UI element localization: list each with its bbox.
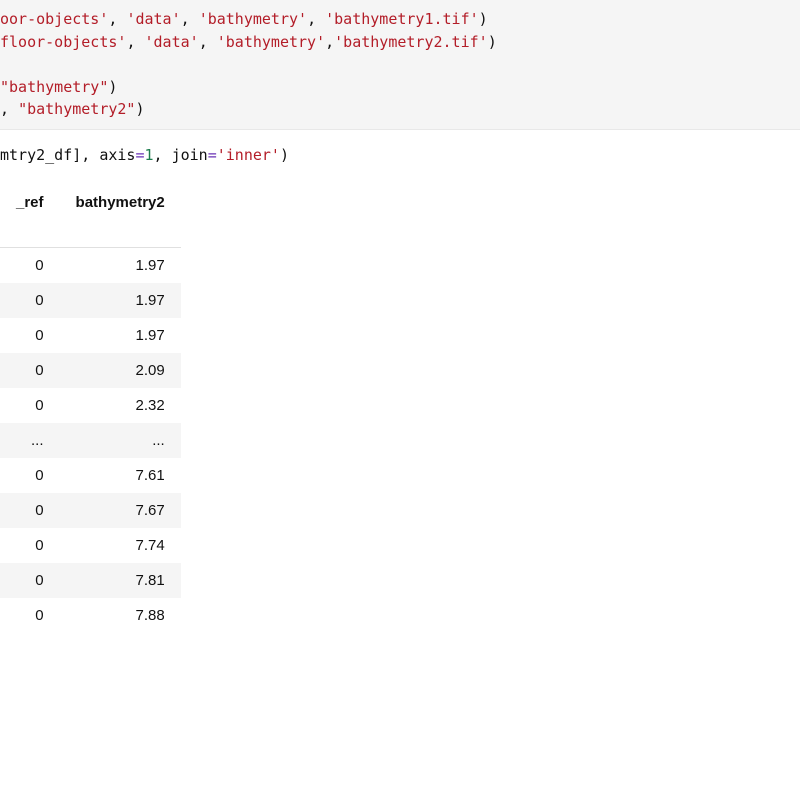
table-row: 02.09: [0, 353, 181, 388]
table-cell: 7.61: [60, 458, 181, 493]
code-token: 'bathymetry1.tif': [325, 10, 479, 28]
dataframe-output: _ref bathymetry2 01.97 01.97 01.97 02.09…: [0, 180, 800, 633]
table-cell: 7.81: [60, 563, 181, 598]
code-token: ,: [181, 10, 199, 28]
table-cell: 0: [0, 563, 60, 598]
table-cell: 0: [0, 388, 60, 423]
table-row: 01.97: [0, 248, 181, 284]
code-token: =: [135, 146, 144, 164]
table-cell: 2.32: [60, 388, 181, 423]
code-token: 'bathymetry': [199, 10, 307, 28]
code-token: ,: [325, 33, 334, 51]
table-cell: 1.97: [60, 248, 181, 284]
table-row: 01.97: [0, 283, 181, 318]
table-cell: 1.97: [60, 283, 181, 318]
code-token: , join: [154, 146, 208, 164]
code-token: ): [479, 10, 488, 28]
table-cell: 1.97: [60, 318, 181, 353]
table-cell: 0: [0, 528, 60, 563]
table-header-spacer: [0, 222, 181, 248]
code-token: 'inner': [217, 146, 280, 164]
code-token: floor-objects': [0, 33, 126, 51]
table-cell: 7.74: [60, 528, 181, 563]
table-row: 07.61: [0, 458, 181, 493]
table-cell: 0: [0, 353, 60, 388]
table-cell: 2.09: [60, 353, 181, 388]
code-token: 'data': [126, 10, 180, 28]
code-token: oor-objects': [0, 10, 108, 28]
table-row: 07.67: [0, 493, 181, 528]
dataframe-table: _ref bathymetry2 01.97 01.97 01.97 02.09…: [0, 184, 181, 633]
column-header: bathymetry2: [60, 184, 181, 222]
table-cell: 0: [0, 493, 60, 528]
code-token: ,: [0, 100, 18, 118]
code-token: ,: [307, 10, 325, 28]
code-token: ): [488, 33, 497, 51]
table-cell: 0: [0, 458, 60, 493]
code-token: 'bathymetry': [217, 33, 325, 51]
table-row: 02.32: [0, 388, 181, 423]
code-cell-1[interactable]: oor-objects', 'data', 'bathymetry', 'bat…: [0, 0, 800, 130]
table-row-ellipsis: ......: [0, 423, 181, 458]
table-row: 07.74: [0, 528, 181, 563]
code-cell-2[interactable]: mtry2_df], axis=1, join='inner'): [0, 130, 800, 181]
code-token: ,: [126, 33, 144, 51]
code-token: 1: [145, 146, 154, 164]
code-token: 'data': [145, 33, 199, 51]
table-cell: ...: [60, 423, 181, 458]
column-header: _ref: [0, 184, 60, 222]
code-token: 'bathymetry2.tif': [334, 33, 488, 51]
table-cell: 7.88: [60, 598, 181, 633]
table-row: 07.81: [0, 563, 181, 598]
code-token: ): [108, 78, 117, 96]
code-token: ,: [108, 10, 126, 28]
code-token: =: [208, 146, 217, 164]
code-token: mtry2_df], axis: [0, 146, 135, 164]
code-token: ): [135, 100, 144, 118]
code-token: ,: [199, 33, 217, 51]
table-cell: 0: [0, 598, 60, 633]
table-cell: ...: [0, 423, 60, 458]
code-token: "bathymetry2": [18, 100, 135, 118]
code-token: ): [280, 146, 289, 164]
table-cell: 0: [0, 248, 60, 284]
table-cell: 0: [0, 283, 60, 318]
table-row: 01.97: [0, 318, 181, 353]
code-token: "bathymetry": [0, 78, 108, 96]
table-cell: 0: [0, 318, 60, 353]
table-header-row: _ref bathymetry2: [0, 184, 181, 222]
table-row: 07.88: [0, 598, 181, 633]
table-cell: 7.67: [60, 493, 181, 528]
